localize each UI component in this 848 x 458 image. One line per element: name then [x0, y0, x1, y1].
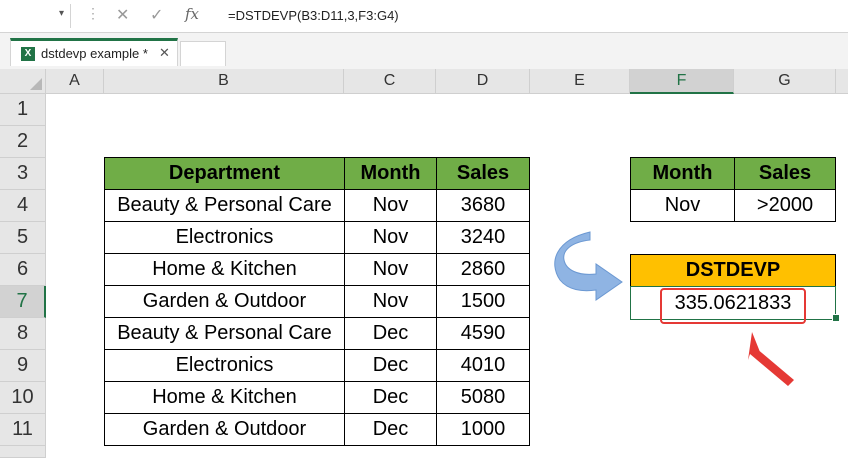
table-cell-department[interactable]: Garden & Outdoor: [104, 413, 345, 446]
table-cell-sales[interactable]: 2860: [436, 253, 530, 286]
table-cell-sales[interactable]: 4010: [436, 349, 530, 382]
column-header-overflow: [836, 69, 848, 94]
row-header-3[interactable]: 3: [0, 158, 46, 190]
red-pointer-arrow-icon: [748, 332, 794, 386]
table-cell-sales[interactable]: 5080: [436, 381, 530, 414]
more-options-icon: ⋮: [86, 5, 100, 21]
result-label[interactable]: DSTDEVP: [630, 254, 836, 287]
column-header-b[interactable]: B: [104, 69, 344, 94]
row-header-11[interactable]: 11: [0, 414, 46, 446]
criteria-value-month[interactable]: Nov: [630, 189, 735, 222]
table-cell-month[interactable]: Dec: [344, 349, 437, 382]
name-box[interactable]: ▾: [0, 4, 71, 28]
table-cell-sales[interactable]: 3240: [436, 221, 530, 254]
row-header-5[interactable]: 5: [0, 222, 46, 254]
table-cell-department[interactable]: Electronics: [104, 221, 345, 254]
row-header-4[interactable]: 4: [0, 190, 46, 222]
workbook-tab[interactable]: X dstdevp example * ✕: [10, 38, 178, 66]
table-header-department[interactable]: Department: [104, 157, 345, 190]
table-header-month[interactable]: Month: [344, 157, 437, 190]
table-cell-month[interactable]: Dec: [344, 413, 437, 446]
new-tab-button[interactable]: [180, 41, 226, 66]
check-icon[interactable]: ✓: [150, 5, 163, 25]
excel-file-icon: X: [21, 47, 35, 61]
row-header-6[interactable]: 6: [0, 254, 46, 286]
fill-handle[interactable]: [832, 314, 840, 322]
table-cell-sales[interactable]: 1000: [436, 413, 530, 446]
table-cell-department[interactable]: Home & Kitchen: [104, 381, 345, 414]
select-all-button[interactable]: [0, 69, 46, 94]
workbook-tab-label: dstdevp example *: [41, 46, 148, 61]
row-header-7[interactable]: 7: [0, 286, 46, 318]
criteria-value-sales[interactable]: >2000: [734, 189, 836, 222]
criteria-header-month[interactable]: Month: [630, 157, 735, 190]
close-icon[interactable]: ✕: [159, 45, 170, 61]
column-header-a[interactable]: A: [46, 69, 104, 94]
table-cell-month[interactable]: Nov: [344, 189, 437, 222]
column-header-f[interactable]: F: [630, 69, 734, 94]
table-cell-department[interactable]: Electronics: [104, 349, 345, 382]
table-cell-department[interactable]: Home & Kitchen: [104, 253, 345, 286]
row-header-2[interactable]: 2: [0, 126, 46, 158]
row-header-12[interactable]: [0, 446, 46, 458]
column-header-d[interactable]: D: [436, 69, 530, 94]
highlight-box: [660, 288, 806, 324]
formula-input[interactable]: =DSTDEVP(B3:D11,3,F3:G4): [228, 8, 399, 23]
table-cell-department[interactable]: Beauty & Personal Care: [104, 317, 345, 350]
table-cell-sales[interactable]: 3680: [436, 189, 530, 222]
column-header-e[interactable]: E: [530, 69, 630, 94]
formula-bar: ▾ ⋮ ✕ ✓ fx =DSTDEVP(B3:D11,3,F3:G4): [0, 0, 848, 33]
table-cell-month[interactable]: Dec: [344, 317, 437, 350]
table-cell-month[interactable]: Nov: [344, 253, 437, 286]
table-cell-month[interactable]: Dec: [344, 381, 437, 414]
row-header-9[interactable]: 9: [0, 350, 46, 382]
insert-function-button[interactable]: fx: [185, 5, 199, 23]
table-cell-sales[interactable]: 4590: [436, 317, 530, 350]
table-header-sales[interactable]: Sales: [436, 157, 530, 190]
curved-arrow-icon: [554, 231, 623, 301]
table-cell-month[interactable]: Nov: [344, 221, 437, 254]
cancel-icon[interactable]: ✕: [116, 5, 129, 25]
criteria-header-sales[interactable]: Sales: [734, 157, 836, 190]
row-header-1[interactable]: 1: [0, 94, 46, 126]
table-cell-month[interactable]: Nov: [344, 285, 437, 318]
row-header-8[interactable]: 8: [0, 318, 46, 350]
chevron-down-icon[interactable]: ▾: [59, 8, 64, 19]
column-header-c[interactable]: C: [344, 69, 436, 94]
row-header-10[interactable]: 10: [0, 382, 46, 414]
workbook-tab-strip: X dstdevp example * ✕: [0, 33, 848, 69]
table-cell-sales[interactable]: 1500: [436, 285, 530, 318]
table-cell-department[interactable]: Beauty & Personal Care: [104, 189, 345, 222]
column-header-g[interactable]: G: [734, 69, 836, 94]
table-cell-department[interactable]: Garden & Outdoor: [104, 285, 345, 318]
